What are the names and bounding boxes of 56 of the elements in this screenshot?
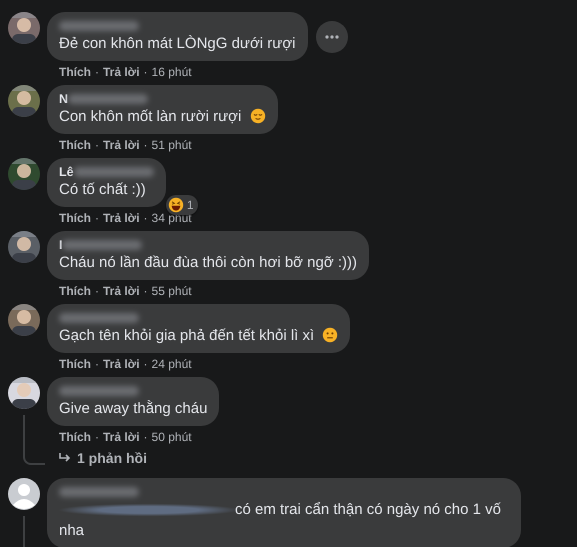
reply-link[interactable]: Trả lời <box>103 357 140 371</box>
separator: · <box>144 138 148 152</box>
avatar-photo[interactable] <box>8 231 40 263</box>
avatar-photo[interactable] <box>8 304 40 336</box>
reply-link[interactable]: Trả lời <box>103 430 140 444</box>
view-replies-link[interactable]: 1 phản hồi <box>59 450 147 466</box>
commenter-name[interactable]: N <box>59 92 68 106</box>
reply-link[interactable]: Trả lời <box>103 65 140 79</box>
separator: · <box>95 357 99 371</box>
thread-line <box>23 415 45 465</box>
more-icon <box>324 34 339 38</box>
separator: · <box>144 430 148 444</box>
reply-link[interactable]: Trả lời <box>103 211 140 225</box>
like-link[interactable]: Thích <box>59 65 91 79</box>
separator: · <box>144 65 148 79</box>
comment-time: 51 phút <box>152 138 192 152</box>
avatar-photo[interactable] <box>8 85 40 117</box>
like-link[interactable]: Thích <box>59 357 91 371</box>
comment-text: Cháu nó lần đầu đùa thôi còn hơi bỡ ngỡ :))) <box>59 254 358 271</box>
comment-text: Give away thằng cháu <box>59 400 208 417</box>
neutral-emoji-icon <box>322 327 338 343</box>
comment-time: 16 phút <box>152 65 192 79</box>
like-link[interactable]: Thích <box>59 430 91 444</box>
commenter-name[interactable]: Lê <box>59 164 74 178</box>
reply-link[interactable]: Trả lời <box>103 284 140 298</box>
reply-arrow-icon <box>59 453 71 463</box>
reply-link[interactable]: Trả lời <box>103 138 140 152</box>
like-link[interactable]: Thích <box>59 138 91 152</box>
separator: · <box>95 430 99 444</box>
avatar-photo[interactable] <box>8 12 40 44</box>
separator: · <box>95 284 99 298</box>
relieved-emoji-icon <box>250 108 266 124</box>
laughing-emoji-icon <box>168 197 184 213</box>
separator: · <box>95 138 99 152</box>
default-avatar-icon[interactable] <box>8 478 40 510</box>
reaction-badge[interactable]: 1 <box>166 195 198 215</box>
comment-time: 55 phút <box>152 284 192 298</box>
avatar-photo[interactable] <box>8 158 40 190</box>
more-options-button[interactable] <box>316 20 348 52</box>
commenter-name[interactable]: I <box>59 238 62 252</box>
separator: · <box>144 211 148 225</box>
comment-text: Đẻ con khôn mát LÒNgG dưới rượi <box>59 35 296 52</box>
separator: · <box>95 65 99 79</box>
reaction-count: 1 <box>186 198 194 212</box>
comment-text: Con khôn mốt làn rười rượi <box>59 108 242 125</box>
separator: · <box>144 357 148 371</box>
comment-time: 24 phút <box>152 357 192 371</box>
comment-text: Gạch tên khỏi gia phả đến tết khỏi lì xì <box>59 327 314 344</box>
thread-line <box>23 516 25 547</box>
avatar-photo[interactable] <box>8 377 40 409</box>
separator: · <box>144 284 148 298</box>
like-link[interactable]: Thích <box>59 284 91 298</box>
separator: · <box>95 211 99 225</box>
comment-text: Có tố chất :)) <box>59 181 146 198</box>
like-link[interactable]: Thích <box>59 211 91 225</box>
comment-time: 50 phút <box>152 430 192 444</box>
